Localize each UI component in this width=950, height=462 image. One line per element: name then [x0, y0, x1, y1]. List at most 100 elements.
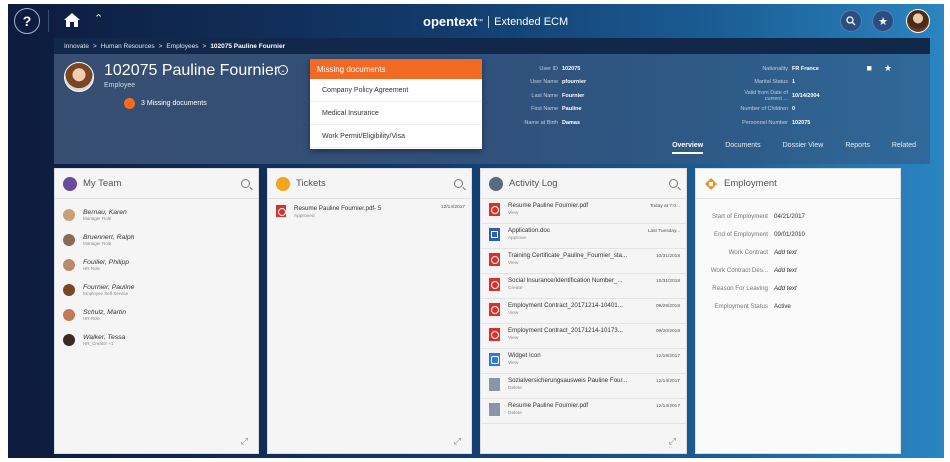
brand: opentext ™ Extended ECM: [423, 14, 568, 29]
member-name: Walker, Tessa: [83, 333, 126, 341]
activity-name: Sozialversicherungsausweis Pauline Four.…: [508, 377, 628, 384]
breadcrumb-item[interactable]: Employees: [166, 43, 198, 50]
app-frame: ? ⌃ opentext ™ Extended ECM ★ Innovate >…: [8, 4, 944, 458]
field-value[interactable]: Add text: [774, 285, 797, 292]
member-name: Bruennert, Ralph: [83, 233, 135, 241]
breadcrumb-item[interactable]: Human Resources: [101, 43, 155, 50]
tab-dossier-view[interactable]: Dossier View: [783, 142, 824, 154]
brand-logo: opentext: [423, 14, 478, 29]
tab-overview[interactable]: Overview: [672, 142, 704, 154]
team-icon: [63, 176, 77, 191]
info-row: Name at Birth Damas: [514, 116, 586, 130]
field-value[interactable]: 09/01/2010: [774, 231, 805, 238]
activity-row[interactable]: Employment Contract_20171214-10401... Vie…: [481, 299, 686, 324]
info-label: Valid from Date of current ...: [744, 89, 788, 102]
ticket-name: Resume Pauline Fournier.pdf- 5: [294, 205, 382, 212]
activity-date: 12/14/2017: [655, 404, 680, 409]
breadcrumb-item[interactable]: Innovate: [64, 43, 89, 50]
widget-icon: [489, 353, 500, 366]
info-label: Number of Children: [740, 106, 788, 113]
pdf-icon: [489, 303, 500, 316]
home-icon[interactable]: [63, 12, 81, 28]
dropdown-item[interactable]: Work Permit/Eligibility/Visa: [310, 125, 482, 148]
chevron-down-icon[interactable]: ⌄: [278, 65, 288, 75]
ticket-row[interactable]: Resume Pauline Fournier.pdf- 5 Approved …: [268, 199, 471, 219]
expand-icon[interactable]: ⤢: [454, 436, 461, 447]
field-value[interactable]: Active: [774, 303, 791, 310]
dropdown-item[interactable]: Company Policy Agreement: [310, 79, 482, 102]
info-row: Marital Status 1: [734, 76, 820, 90]
info-value: 1: [792, 79, 796, 86]
team-member[interactable]: Fournier, Pauline Employee Self Service: [55, 277, 258, 302]
info-label: User Name: [530, 79, 558, 86]
team-member[interactable]: Fouilier, Philipp HR Role: [55, 252, 258, 277]
missing-documents-indicator[interactable]: 3 Missing documents: [124, 98, 207, 109]
search-icon[interactable]: [840, 10, 862, 32]
activity-date: 10/31/2018: [655, 279, 680, 284]
activity-name: Application.doc: [508, 227, 550, 234]
team-member[interactable]: Walker, Tessa HR_Creator +1: [55, 327, 258, 352]
activity-row[interactable]: Resume Pauline Fournier.pdf View Today at…: [481, 199, 686, 224]
document-icon: [489, 403, 500, 416]
tab-documents[interactable]: Documents: [725, 142, 760, 154]
info-value: pfournier: [562, 79, 587, 86]
team-member[interactable]: Bernau, Karen Manager Role: [55, 202, 258, 227]
activity-row[interactable]: Sozialversicherungsausweis Pauline Four.…: [481, 374, 686, 399]
brand-product: Extended ECM: [494, 15, 569, 28]
activity-date: Last Tuesday...: [647, 229, 680, 234]
activity-row[interactable]: Application.doc Approve Last Tuesday...: [481, 224, 686, 249]
activity-name: Resume Pauline Fournier.pdf: [508, 202, 589, 209]
member-role: HR Role: [83, 265, 101, 271]
search-icon[interactable]: [454, 179, 463, 188]
expand-icon[interactable]: ⤢: [669, 436, 676, 447]
user-avatar[interactable]: [906, 9, 930, 33]
team-member[interactable]: Bruennert, Ralph Manager Role: [55, 227, 258, 252]
field-label: Work Contract: [728, 248, 768, 256]
expand-icon[interactable]: ⤢: [241, 436, 248, 447]
search-icon[interactable]: [241, 179, 250, 188]
team-member[interactable]: Schulz, Martin HR Role: [55, 302, 258, 327]
activity-log-panel: Activity Log Resume Pauline Fournier.pdf…: [480, 168, 687, 454]
member-name: Fournier, Pauline: [83, 283, 135, 291]
field-value[interactable]: 04/21/2017: [774, 213, 805, 220]
missing-documents-dropdown: Missing documents Company Policy Agreeme…: [310, 59, 482, 149]
pdf-icon: [489, 328, 500, 341]
activity-action: Delete: [508, 386, 522, 391]
tab-reports[interactable]: Reports: [845, 142, 870, 154]
search-icon[interactable]: [669, 179, 678, 188]
favorite-star-icon[interactable]: ★: [884, 63, 892, 74]
caret-up-icon[interactable]: ⌃: [94, 12, 103, 25]
activity-row[interactable]: Widget Icon View 12/19/2017: [481, 349, 686, 374]
breadcrumb-separator: >: [202, 42, 207, 50]
info-label: Last Name: [531, 92, 558, 99]
employment-row: End of Employment 09/01/2010: [696, 225, 900, 243]
pdf-icon: [489, 253, 500, 266]
info-row: Number of Children 0: [734, 103, 820, 117]
activity-row[interactable]: Employment Contract_20171214-10173... Vie…: [481, 324, 686, 349]
field-label: End of Employment: [714, 230, 768, 238]
activity-name: Employment Contract_20171214-10173...: [508, 327, 623, 334]
activity-row[interactable]: Social Insurance/Identification Number_.…: [481, 274, 686, 299]
activity-row[interactable]: Training Certificate_Pauline_Fournier_st…: [481, 249, 686, 274]
member-name: Bernau, Karen: [83, 208, 127, 216]
workspace-header: 102075 Pauline Fournier ⌄ Employee 3 Mis…: [54, 54, 930, 164]
help-icon[interactable]: ?: [14, 8, 40, 34]
member-role: Employee Self Service: [83, 290, 129, 296]
star-icon[interactable]: ★: [872, 10, 894, 32]
member-name: Schulz, Martin: [83, 308, 127, 316]
document-icon: [489, 378, 500, 391]
activity-date: 09/28/2018: [655, 304, 680, 309]
info-label: Nationality: [762, 65, 788, 72]
activity-icon: [489, 176, 503, 191]
panel-title: Activity Log: [509, 178, 558, 189]
field-value[interactable]: Add text: [774, 249, 797, 256]
dropdown-header: Missing documents: [310, 59, 482, 79]
field-value[interactable]: Add text: [774, 267, 797, 274]
activity-date: 09/20/2018: [655, 329, 680, 334]
pdf-icon: [276, 205, 286, 217]
comment-icon[interactable]: ■: [866, 63, 871, 74]
member-role: HR_Creator +1: [83, 340, 114, 346]
tab-related[interactable]: Related: [892, 142, 916, 154]
dropdown-item[interactable]: Medical Insurance: [310, 102, 482, 125]
activity-row[interactable]: Resume Pauline Fournier.pdf Delete 12/14/…: [481, 399, 686, 424]
